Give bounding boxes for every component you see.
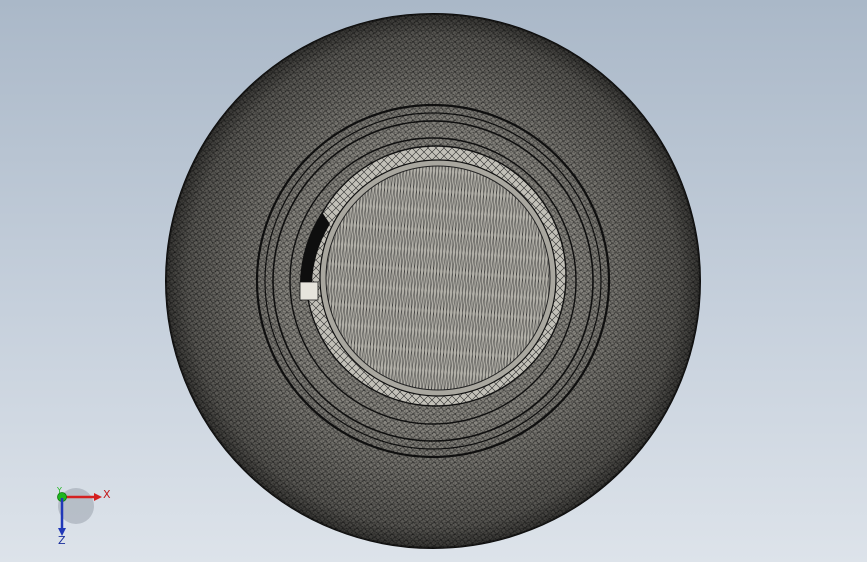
coordinate-triad: X Y Z <box>56 486 111 544</box>
z-axis-label: Z <box>58 534 66 544</box>
model-wireframe[interactable] <box>0 0 867 562</box>
y-axis-label: Y <box>56 486 62 495</box>
hub-disk[interactable] <box>319 159 557 397</box>
graphics-viewport[interactable]: X Y Z <box>0 0 867 562</box>
x-axis-label: X <box>103 488 111 501</box>
x-axis-arrowhead <box>94 493 102 501</box>
